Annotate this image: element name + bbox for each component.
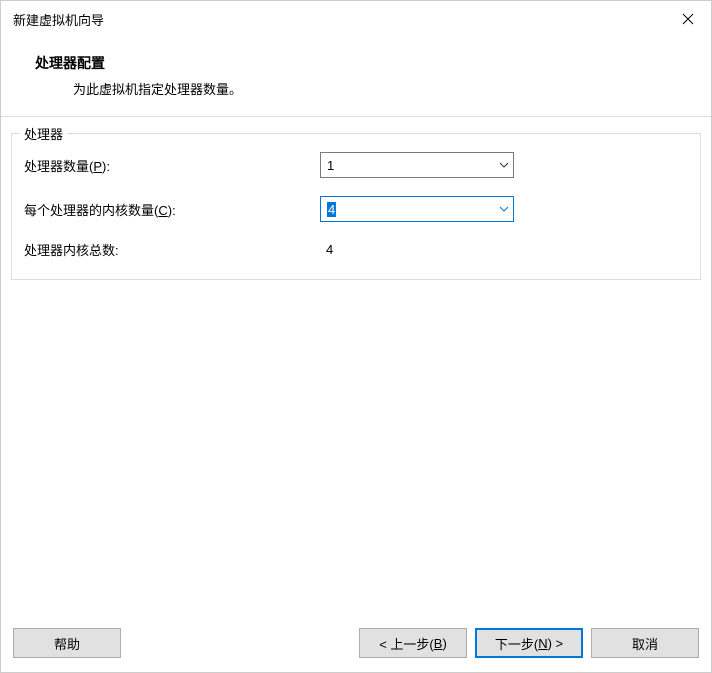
next-button[interactable]: 下一步(N) >	[475, 628, 583, 658]
cancel-button[interactable]: 取消	[591, 628, 699, 658]
page-description: 为此虚拟机指定处理器数量。	[73, 79, 687, 98]
header-panel: 处理器配置 为此虚拟机指定处理器数量。	[1, 37, 711, 117]
window-title: 新建虚拟机向导	[13, 10, 104, 29]
total-row: 处理器内核总数: 4	[24, 240, 688, 259]
titlebar: 新建虚拟机向导	[1, 1, 711, 37]
processors-label: 处理器数量(P):	[24, 156, 320, 175]
wizard-window: 新建虚拟机向导 处理器配置 为此虚拟机指定处理器数量。 处理器 处理器数量(P)…	[0, 0, 712, 673]
footer: 帮助 < 上一步(B) 下一步(N) > 取消	[1, 616, 711, 672]
cores-value: 4	[327, 202, 499, 217]
processor-group: 处理器 处理器数量(P): 1 每个处理器的内核数量(C): 4	[11, 133, 701, 280]
total-value: 4	[320, 242, 333, 257]
close-icon	[682, 13, 694, 25]
processors-combo[interactable]: 1	[320, 152, 514, 178]
cores-combo[interactable]: 4	[320, 196, 514, 222]
group-title: 处理器	[20, 124, 67, 143]
cores-row: 每个处理器的内核数量(C): 4	[24, 196, 688, 222]
content-area: 处理器 处理器数量(P): 1 每个处理器的内核数量(C): 4	[1, 117, 711, 616]
back-button[interactable]: < 上一步(B)	[359, 628, 467, 658]
chevron-down-icon	[499, 162, 509, 168]
cores-label: 每个处理器的内核数量(C):	[24, 200, 320, 219]
page-title: 处理器配置	[35, 53, 687, 73]
total-label: 处理器内核总数:	[24, 240, 320, 259]
help-button[interactable]: 帮助	[13, 628, 121, 658]
close-button[interactable]	[665, 1, 711, 37]
processors-value: 1	[327, 158, 499, 173]
chevron-down-icon	[499, 206, 509, 212]
processors-row: 处理器数量(P): 1	[24, 152, 688, 178]
